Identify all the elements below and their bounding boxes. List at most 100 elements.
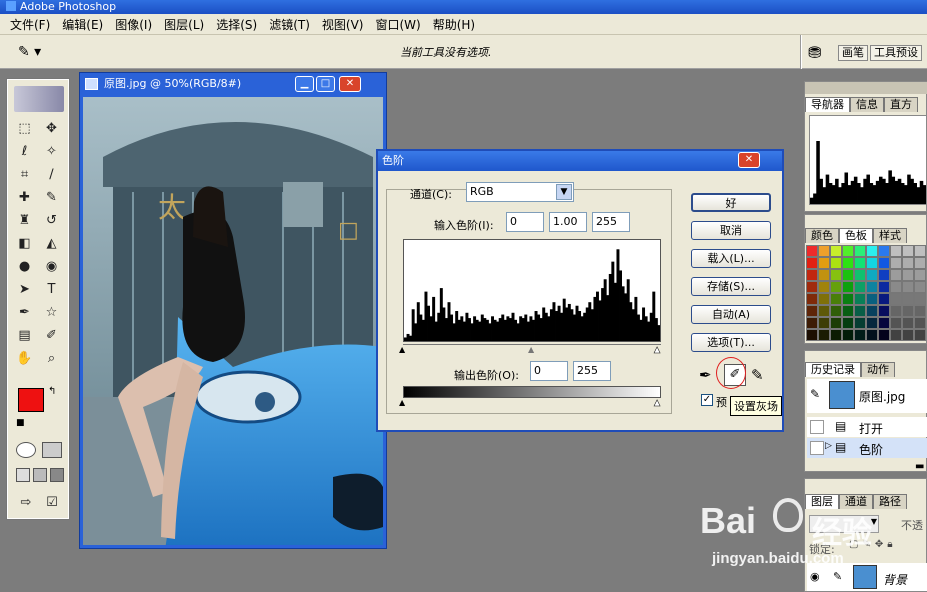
color-swatch[interactable] — [902, 305, 914, 317]
color-swatch[interactable] — [866, 293, 878, 305]
color-swatch[interactable] — [854, 257, 866, 269]
color-swatch[interactable] — [830, 281, 842, 293]
magic-wand-tool-icon[interactable]: ✧ — [38, 141, 65, 162]
marquee-tool-icon[interactable]: ⬚ — [11, 118, 38, 139]
history-item-checkbox[interactable] — [810, 441, 824, 455]
lock-move-icon[interactable]: ✥ — [875, 539, 883, 550]
tab-actions[interactable]: 动作 — [861, 362, 895, 377]
output-black-slider[interactable]: ▲ — [399, 398, 405, 407]
color-swatch[interactable] — [854, 269, 866, 281]
eyedropper-tool-icon[interactable]: ✐ — [38, 325, 65, 346]
preview-checkbox[interactable]: ✓ — [701, 394, 713, 406]
tab-channels[interactable]: 通道 — [839, 494, 873, 509]
color-swatch[interactable] — [902, 293, 914, 305]
document-title-bar[interactable]: 原图.jpg @ 50%(RGB/8#) ▁ □ ✕ — [80, 73, 386, 95]
color-swatch[interactable] — [902, 245, 914, 257]
color-swatch[interactable] — [854, 329, 866, 341]
tab-histogram[interactable]: 直方 — [884, 97, 918, 112]
color-swatch[interactable] — [914, 269, 926, 281]
color-swatch[interactable] — [890, 317, 902, 329]
color-swatch[interactable] — [902, 281, 914, 293]
color-swatch[interactable] — [866, 281, 878, 293]
color-swatch[interactable] — [806, 257, 818, 269]
color-swatch[interactable] — [890, 293, 902, 305]
color-swatch[interactable] — [818, 281, 830, 293]
swap-colors-icon[interactable]: ↰ — [48, 386, 56, 397]
move-tool-icon[interactable]: ✥ — [38, 118, 65, 139]
default-colors-icon[interactable]: ■ — [16, 418, 25, 428]
color-swatch[interactable] — [806, 329, 818, 341]
color-swatch[interactable] — [842, 245, 854, 257]
color-swatch[interactable] — [914, 305, 926, 317]
quick-mask-icon[interactable] — [42, 442, 62, 458]
history-brush-icon[interactable]: ↺ — [38, 210, 65, 231]
history-brush-source-icon[interactable]: ✎ — [810, 387, 820, 401]
menu-layer[interactable]: 图层(L) — [158, 16, 210, 33]
auto-button[interactable]: 自动(A) — [691, 305, 771, 324]
tab-info[interactable]: 信息 — [850, 97, 884, 112]
screen-mode-full-menu-icon[interactable] — [33, 468, 47, 482]
levels-title-bar[interactable]: 色阶 ✕ — [378, 151, 782, 171]
palette-well-icon[interactable]: ⛃ — [808, 43, 821, 62]
load-button[interactable]: 载入(L)... — [691, 249, 771, 268]
color-swatch[interactable] — [890, 257, 902, 269]
color-swatch[interactable] — [866, 257, 878, 269]
color-swatch[interactable] — [854, 305, 866, 317]
save-button[interactable]: 存储(S)... — [691, 277, 771, 296]
color-swatch[interactable] — [878, 329, 890, 341]
color-swatch[interactable] — [866, 269, 878, 281]
tab-styles[interactable]: 样式 — [873, 228, 907, 243]
color-swatch[interactable] — [818, 245, 830, 257]
color-swatch[interactable] — [890, 305, 902, 317]
color-swatch[interactable] — [806, 293, 818, 305]
color-swatch[interactable] — [878, 245, 890, 257]
type-tool-icon[interactable]: T — [38, 279, 65, 300]
color-swatch[interactable] — [842, 329, 854, 341]
eyedropper-tool-preset-icon[interactable]: ✎ ▾ — [18, 44, 46, 60]
color-swatch[interactable] — [818, 305, 830, 317]
color-swatch[interactable] — [806, 245, 818, 257]
color-swatch[interactable] — [806, 281, 818, 293]
color-swatch[interactable] — [830, 269, 842, 281]
document-window[interactable]: 原图.jpg @ 50%(RGB/8#) ▁ □ ✕ 太 □ — [79, 72, 387, 549]
chevron-down-icon[interactable]: ▼ — [556, 184, 572, 200]
color-swatch[interactable] — [878, 293, 890, 305]
output-slider-track[interactable]: ▲ ▲ — [399, 398, 661, 408]
eraser-tool-icon[interactable]: ◧ — [11, 233, 38, 254]
color-swatch[interactable] — [878, 257, 890, 269]
tab-paths[interactable]: 路径 — [873, 494, 907, 509]
maximize-button[interactable]: □ — [316, 76, 335, 92]
brush-tool-icon[interactable]: ✎ — [38, 187, 65, 208]
ok-button[interactable]: 好 — [691, 193, 771, 212]
menu-select[interactable]: 选择(S) — [210, 16, 263, 33]
layer-row[interactable]: ◉ ✎ 背景 — [807, 563, 927, 591]
history-menu-icon[interactable]: ▬ — [915, 461, 924, 472]
color-swatch[interactable] — [842, 317, 854, 329]
tab-swatches[interactable]: 色板 — [839, 228, 873, 243]
input-black-slider[interactable]: ▲ — [399, 345, 405, 354]
color-swatch[interactable] — [890, 329, 902, 341]
standard-mode-icon[interactable] — [16, 442, 36, 458]
color-swatch[interactable] — [830, 257, 842, 269]
color-swatch[interactable] — [902, 329, 914, 341]
black-eyedropper-icon[interactable]: ✒ — [699, 366, 712, 384]
swatch-grid[interactable] — [806, 245, 927, 341]
screen-mode-full-icon[interactable] — [50, 468, 64, 482]
healing-brush-icon[interactable]: ✚ — [11, 187, 38, 208]
color-swatch[interactable] — [878, 281, 890, 293]
color-swatch[interactable] — [878, 317, 890, 329]
color-swatch[interactable] — [878, 305, 890, 317]
color-swatch[interactable] — [890, 281, 902, 293]
color-swatch[interactable] — [806, 317, 818, 329]
zoom-tool-icon[interactable]: ⌕ — [38, 348, 65, 369]
color-swatch[interactable] — [914, 257, 926, 269]
lock-all-icon[interactable]: 🔒︎ — [887, 539, 892, 550]
navigator-grip[interactable] — [805, 82, 927, 94]
color-swatch[interactable] — [866, 245, 878, 257]
color-swatch[interactable] — [914, 245, 926, 257]
channel-select[interactable]: RGB ▼ — [466, 182, 574, 202]
visibility-eye-icon[interactable]: ◉ — [810, 570, 820, 583]
color-swatch[interactable] — [878, 269, 890, 281]
color-swatch[interactable] — [914, 281, 926, 293]
levels-close-button[interactable]: ✕ — [738, 152, 760, 168]
